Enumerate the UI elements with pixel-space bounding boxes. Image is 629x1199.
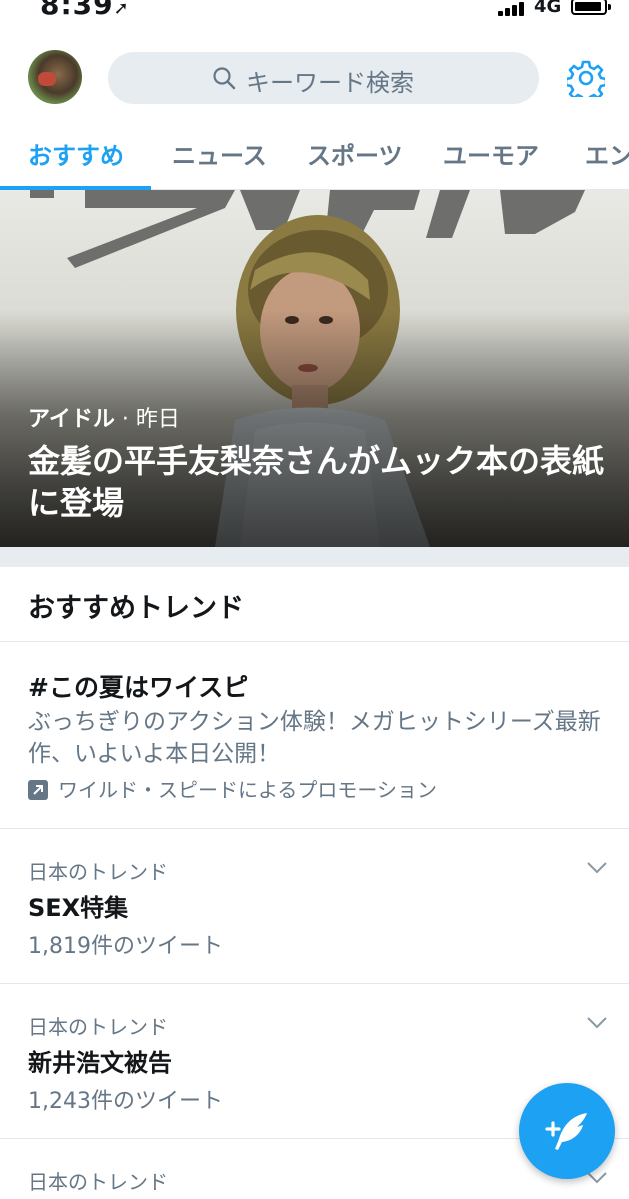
trends-section-title: おすすめトレンド (28, 593, 244, 624)
profile-avatar[interactable] (28, 50, 82, 104)
trend-context: 日本のトレンド (28, 1015, 168, 1039)
promoted-trend-tag: #この夏はワイスピ (28, 673, 249, 702)
trend-name: 新井浩文被告 (28, 1049, 172, 1077)
promoted-trend-description: ぶっちぎりのアクション体験！メガヒットシリーズ最新作、いよいよ本日公開！ (28, 709, 601, 767)
tab-entertainment[interactable]: エン (585, 136, 629, 171)
status-bar: 8:39➚ 4G (0, 0, 629, 22)
battery-icon (571, 0, 611, 15)
category-tabs: おすすめ ニュース スポーツ ユーモア エン (0, 124, 629, 190)
section-gap (0, 547, 629, 567)
meta-separator: · (121, 407, 129, 432)
trend-context: 日本のトレンド (28, 860, 168, 884)
tab-humor[interactable]: ユーモア (443, 136, 539, 171)
promoted-by-label: ワイルド・スピードによるプロモーション (58, 778, 437, 802)
location-arrow-icon: ➚ (113, 0, 130, 19)
divider (0, 641, 629, 642)
featured-story-time: 昨日 (135, 407, 180, 432)
chevron-down-icon[interactable] (586, 861, 608, 875)
trend-tweet-count: 1,243件のツイート (28, 1089, 223, 1114)
featured-story-meta: アイドル · 昨日 (28, 401, 180, 433)
chevron-down-icon[interactable] (586, 1016, 608, 1030)
gear-icon[interactable] (567, 59, 605, 97)
promoted-icon (28, 780, 48, 800)
trend-tweet-count: 1,819件のツイート (28, 934, 223, 959)
featured-story-title: 金髪の平手友梨奈さんがムック本の表紙に登場 (28, 442, 605, 522)
trend-name: SEX特集 (28, 894, 129, 922)
divider (0, 828, 629, 829)
compose-tweet-icon (545, 1113, 587, 1150)
tab-news[interactable]: ニュース (172, 136, 267, 171)
search-input[interactable]: キーワード検索 (108, 52, 539, 104)
status-time: 8:39➚ (40, 0, 130, 21)
featured-story-category: アイドル (28, 407, 115, 432)
compose-tweet-button[interactable] (519, 1083, 615, 1179)
featured-story[interactable]: アイドル · 昨日 金髪の平手友梨奈さんがムック本の表紙に登場 (0, 190, 629, 547)
signal-icon (498, 2, 526, 16)
promoted-by-line: ワイルド・スピードによるプロモーション (28, 774, 437, 803)
trend-context: 日本のトレンド (28, 1170, 168, 1194)
network-label: 4G (534, 0, 562, 17)
search-placeholder: キーワード検索 (246, 69, 414, 97)
search-icon (213, 67, 236, 90)
tab-recommended[interactable]: おすすめ (28, 136, 124, 171)
divider (0, 983, 629, 984)
tab-sports[interactable]: スポーツ (307, 136, 403, 171)
